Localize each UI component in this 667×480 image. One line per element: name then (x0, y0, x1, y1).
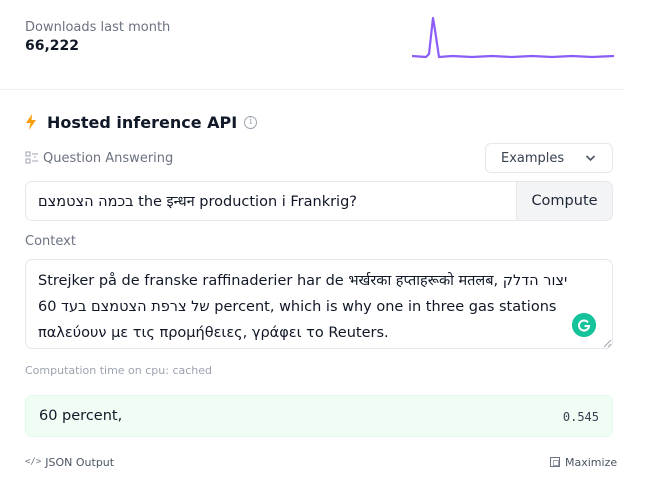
json-output-link[interactable]: </> JSON Output (25, 454, 114, 470)
sparkline-line (412, 16, 614, 59)
task-label: Question Answering (43, 150, 174, 166)
resize-handle-icon[interactable] (603, 339, 612, 348)
answer-result: 60 percent, 0.545 (25, 395, 613, 437)
downloads-label: Downloads last month (25, 20, 171, 35)
lightning-icon (26, 114, 36, 130)
answer-score: 0.545 (562, 410, 599, 424)
downloads-card: Downloads last month 66,222 (0, 0, 625, 90)
downloads-sparkline (412, 16, 614, 59)
examples-label: Examples (501, 150, 565, 166)
chevron-down-icon (585, 155, 596, 162)
task-type: Question Answering (25, 149, 173, 167)
compute-button[interactable]: Compute (516, 182, 612, 220)
answer-text: 60 percent, (39, 408, 123, 424)
downloads-count: 66,222 (25, 38, 80, 54)
question-input[interactable] (26, 182, 516, 220)
context-textarea[interactable]: Strejker på de franske raffinaderier har… (25, 259, 613, 349)
maximize-link[interactable]: Maximize (550, 454, 617, 470)
maximize-icon (550, 457, 560, 467)
question-answering-icon (25, 151, 38, 164)
computation-time: Computation time on cpu: cached (25, 364, 213, 377)
maximize-label: Maximize (565, 455, 618, 469)
inference-title: Hosted inference API (47, 112, 238, 132)
info-icon[interactable]: i (244, 115, 258, 129)
examples-dropdown[interactable]: Examples (485, 143, 613, 173)
inference-header: Hosted inference API i (25, 111, 258, 133)
grammarly-icon[interactable] (572, 313, 596, 337)
json-output-label: JSON Output (45, 455, 115, 469)
context-label: Context (25, 234, 76, 249)
code-icon: </> (25, 457, 42, 467)
question-form: Compute (25, 181, 613, 221)
